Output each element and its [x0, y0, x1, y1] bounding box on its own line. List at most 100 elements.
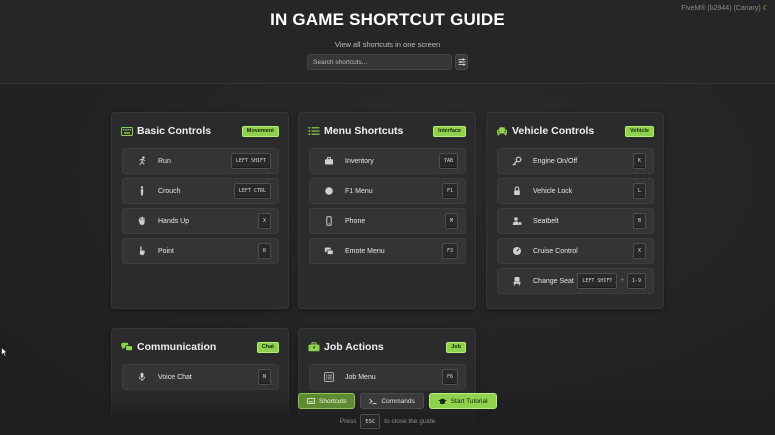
- close-hint: Press ESC to close the guide: [0, 414, 775, 429]
- keyboard-icon: [307, 398, 315, 404]
- seat-icon: [511, 275, 523, 287]
- card-title: Communication: [137, 341, 217, 353]
- key-cap: LEFT SHIFT: [230, 153, 271, 169]
- circle-icon: [323, 185, 335, 197]
- shortcut-row-seatbelt[interactable]: Seatbelt B: [497, 208, 654, 234]
- phone-icon: [323, 215, 335, 227]
- page-subtitle: View all shortcuts in one screen: [334, 40, 441, 49]
- card-title: Basic Controls: [137, 125, 212, 137]
- card-vehicle-controls: Vehicle Controls Vehicle Engine On/Off K…: [486, 112, 664, 309]
- shortcut-label: Engine On/Off: [533, 157, 578, 165]
- shortcut-label: Run: [158, 157, 171, 165]
- bottom-toolbar: Shortcuts Commands Start Tutorial: [298, 393, 502, 409]
- shortcut-row-cruise-control[interactable]: Cruise Control X: [497, 238, 654, 264]
- key-cap: 1-9: [626, 273, 646, 289]
- sliders-icon: [458, 58, 465, 66]
- key-cap: M: [444, 213, 458, 229]
- toolbox-icon: [308, 341, 320, 353]
- mouse-cursor-icon: [1, 344, 8, 362]
- commands-tab-button[interactable]: Commands: [360, 393, 424, 409]
- esc-key-cap: ESC: [360, 414, 381, 429]
- key-cap: X: [257, 213, 271, 229]
- shortcut-label: Seatbelt: [533, 217, 559, 225]
- category-badge: Movement: [241, 125, 279, 137]
- filter-button[interactable]: [455, 54, 468, 70]
- page-title: IN GAME SHORTCUT GUIDE: [270, 10, 505, 29]
- shortcut-label: Change Seat: [533, 277, 574, 285]
- card-title: Menu Shortcuts: [324, 125, 404, 137]
- shortcut-row-voice-chat[interactable]: Voice Chat N: [122, 364, 279, 390]
- key-cap: N: [257, 369, 271, 385]
- key-cap: K: [632, 153, 646, 169]
- lock-icon: [511, 185, 523, 197]
- search-input[interactable]: [307, 54, 452, 70]
- hint-close-text: to close the guide: [384, 418, 436, 425]
- card-title: Vehicle Controls: [512, 125, 595, 137]
- user-lock-icon: [511, 215, 523, 227]
- person-icon: [136, 185, 148, 197]
- emote-icon: [323, 245, 335, 257]
- shortcut-label: Emote Menu: [345, 247, 385, 255]
- shortcuts-tab-label: Shortcuts: [319, 397, 347, 405]
- shortcut-row-point[interactable]: Point B: [122, 238, 279, 264]
- shortcut-row-crouch[interactable]: Crouch LEFT CTRL: [122, 178, 279, 204]
- list-icon: [308, 125, 320, 137]
- key-cap: TAB: [438, 153, 458, 169]
- key-cap: F1: [441, 183, 458, 199]
- key-cap: X: [632, 243, 646, 259]
- key-cap: B: [257, 243, 271, 259]
- card-basic-controls: Basic Controls Movement Run LEFT SHIFT C…: [111, 112, 289, 309]
- graduation-cap-icon: [438, 398, 447, 405]
- shortcut-row-run[interactable]: Run LEFT SHIFT: [122, 148, 279, 174]
- gauge-icon: [511, 245, 523, 257]
- menu-list-icon: [323, 371, 335, 383]
- shortcut-label: Hands Up: [158, 217, 190, 225]
- shortcut-label: Cruise Control: [533, 247, 578, 255]
- start-tutorial-button[interactable]: Start Tutorial: [428, 393, 497, 409]
- shortcut-label: Voice Chat: [158, 373, 192, 381]
- chat-icon: [121, 341, 133, 353]
- key-cap: L: [632, 183, 646, 199]
- shortcut-row-hands-up[interactable]: Hands Up X: [122, 208, 279, 234]
- shortcut-label: Inventory: [345, 157, 374, 165]
- category-badge: Chat: [256, 341, 279, 353]
- build-tag: FiveM® (b2944) (Canary) ☾: [681, 4, 769, 12]
- commands-tab-label: Commands: [381, 397, 415, 405]
- shortcut-label: F1 Menu: [345, 187, 373, 195]
- key-cap: F3: [441, 243, 458, 259]
- shortcut-label: Vehicle Lock: [533, 187, 573, 195]
- shortcut-label: Job Menu: [345, 373, 376, 381]
- hint-press-text: Press: [339, 418, 357, 425]
- start-tutorial-label: Start Tutorial: [450, 397, 488, 405]
- header: IN GAME SHORTCUT GUIDE View all shortcut…: [0, 0, 775, 84]
- shortcut-label: Phone: [345, 217, 366, 225]
- running-icon: [136, 155, 148, 167]
- key-cap: LEFT SHIFT: [577, 273, 618, 289]
- hand-icon: [136, 215, 148, 227]
- build-tag-text: FiveM® (b2944) (Canary): [681, 5, 761, 12]
- shortcut-row-emote-menu[interactable]: Emote Menu F3: [309, 238, 466, 264]
- key-icon: [511, 155, 523, 167]
- shortcut-row-vehicle-lock[interactable]: Vehicle Lock L: [497, 178, 654, 204]
- moon-icon: ☾: [762, 5, 769, 12]
- key-separator: +: [620, 278, 624, 284]
- category-badge: Vehicle: [625, 125, 654, 137]
- briefcase-icon: [323, 155, 335, 167]
- key-cap: B: [632, 213, 646, 229]
- category-badge: Job: [446, 341, 466, 353]
- microphone-icon: [136, 371, 148, 383]
- shortcut-row-f1-menu[interactable]: F1 Menu F1: [309, 178, 466, 204]
- shortcuts-tab-button[interactable]: Shortcuts: [298, 393, 356, 409]
- card-title: Job Actions: [324, 341, 384, 353]
- key-cap: LEFT CTRL: [233, 183, 271, 199]
- shortcut-row-inventory[interactable]: Inventory TAB: [309, 148, 466, 174]
- car-icon: [496, 125, 508, 137]
- pointing-hand-icon: [136, 245, 148, 257]
- shortcut-row-phone[interactable]: Phone M: [309, 208, 466, 234]
- keyboard-icon: [121, 125, 133, 137]
- shortcut-label: Crouch: [158, 187, 181, 195]
- card-menu-shortcuts: Menu Shortcuts Interface Inventory TAB F…: [298, 112, 476, 309]
- shortcut-row-engine[interactable]: Engine On/Off K: [497, 148, 654, 174]
- shortcut-row-job-menu[interactable]: Job Menu F6: [309, 364, 466, 390]
- shortcut-row-change-seat[interactable]: Change Seat LEFT SHIFT + 1-9: [497, 268, 654, 294]
